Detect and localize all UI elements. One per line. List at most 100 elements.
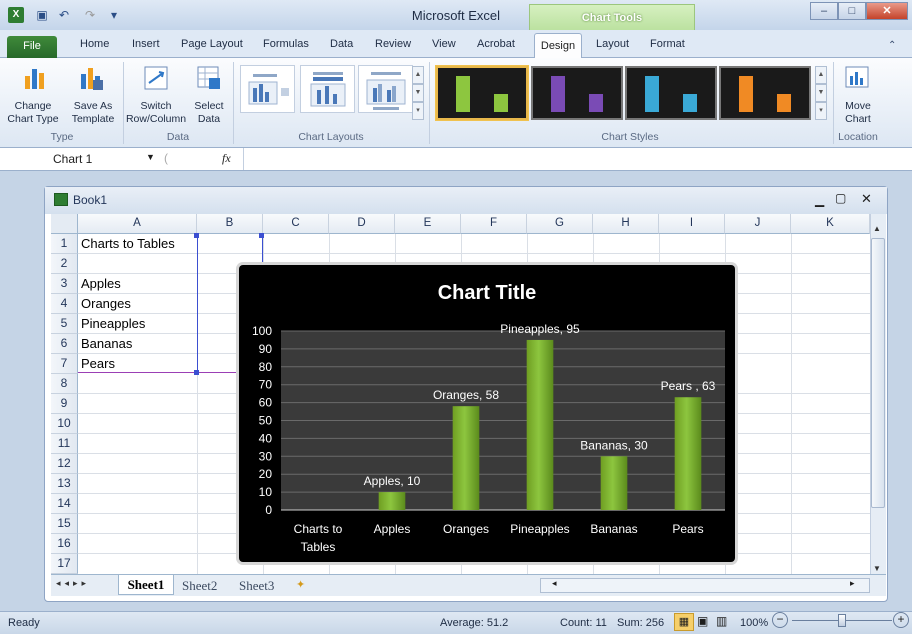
row-header[interactable]: 9 (51, 394, 78, 414)
row-header[interactable]: 16 (51, 534, 78, 554)
chart-style-orange[interactable] (719, 66, 811, 120)
chart-object[interactable]: Chart Title 0 10 20 30 40 50 60 70 80 90 100 Charts… (239, 265, 735, 562)
tab-data[interactable]: Data (330, 38, 353, 50)
row-header[interactable]: 5 (51, 314, 78, 334)
ribbon-collapse-icon[interactable]: ⌃ (888, 40, 896, 51)
chart-layout-2[interactable] (300, 65, 355, 113)
zoom-slider-thumb[interactable] (838, 614, 846, 627)
column-header[interactable]: K (791, 214, 870, 234)
save-as-template-button[interactable]: Save As Template (64, 64, 122, 128)
change-chart-type-button[interactable]: Change Chart Type (2, 64, 64, 128)
column-header[interactable]: H (593, 214, 659, 234)
row-header[interactable]: 8 (51, 374, 78, 394)
scroll-up-icon[interactable]: ▲ (873, 224, 881, 233)
page-layout-view-icon[interactable]: ▣ (697, 614, 708, 628)
row-header[interactable]: 7 (51, 354, 78, 374)
row-header[interactable]: 15 (51, 514, 78, 534)
cell-a7[interactable]: Pears (78, 354, 197, 374)
tab-file[interactable]: File (7, 36, 57, 58)
scroll-down-icon[interactable]: ▼ (873, 564, 881, 573)
tab-acrobat[interactable]: Acrobat (477, 38, 515, 50)
cell-a4[interactable]: Oranges (78, 294, 197, 314)
tab-review[interactable]: Review (375, 38, 411, 50)
workbook-minimize-icon[interactable]: ▁ (815, 193, 824, 207)
styles-scroll-up-icon[interactable]: ▲ (815, 66, 827, 84)
zoom-out-icon[interactable]: − (772, 612, 788, 628)
scroll-right-icon[interactable]: ▸ (850, 578, 855, 589)
select-data-button[interactable]: Select Data (188, 64, 230, 128)
layouts-scroll-up-icon[interactable]: ▲ (412, 66, 424, 84)
column-header[interactable]: I (659, 214, 725, 234)
close-icon[interactable]: ✕ (866, 2, 908, 20)
sheet-tab[interactable]: Sheet3 (239, 578, 274, 594)
row-header[interactable]: 2 (51, 254, 78, 274)
plot-area[interactable]: 0 10 20 30 40 50 60 70 80 90 100 Charts to Tables App… (252, 322, 725, 554)
tab-view[interactable]: View (432, 38, 456, 50)
select-all-corner[interactable] (51, 214, 78, 234)
sheet-tab-active[interactable]: Sheet1 (118, 575, 174, 595)
workbook-close-icon[interactable]: ✕ (861, 191, 872, 207)
cell-a1[interactable]: Charts to Tables (78, 234, 238, 254)
styles-scroll-down-icon[interactable]: ▼ (815, 84, 827, 102)
switch-row-column-button[interactable]: Switch Row/Column (124, 64, 188, 128)
layouts-scroll-down-icon[interactable]: ▼ (412, 84, 424, 102)
insert-function-icon[interactable]: fx (222, 151, 231, 166)
row-header[interactable]: 10 (51, 414, 78, 434)
normal-view-icon[interactable]: ▦ (674, 613, 694, 631)
chart-style-green[interactable] (436, 66, 528, 120)
chart-layout-3[interactable] (358, 65, 413, 113)
formula-input[interactable] (248, 151, 898, 168)
name-box[interactable]: Chart 1 (8, 150, 158, 168)
chart-style-purple[interactable] (531, 66, 623, 120)
row-header[interactable]: 6 (51, 334, 78, 354)
minimize-icon[interactable]: – (810, 2, 838, 20)
row-header[interactable]: 4 (51, 294, 78, 314)
row-header[interactable]: 14 (51, 494, 78, 514)
maximize-icon[interactable]: □ (838, 2, 866, 20)
chart-style-cyan[interactable] (625, 66, 717, 120)
sheet-navigation-icon[interactable]: ◂◂▸▸ (56, 578, 90, 589)
layouts-more-icon[interactable]: ▾ (412, 102, 424, 120)
workbook-restore-icon[interactable]: ▢ (835, 191, 846, 205)
tab-home[interactable]: Home (80, 38, 109, 50)
column-header[interactable]: F (461, 214, 527, 234)
chart-title[interactable]: Chart Title (438, 282, 537, 304)
column-header[interactable]: A (78, 214, 197, 234)
tab-formulas[interactable]: Formulas (263, 38, 309, 50)
row-header[interactable]: 3 (51, 274, 78, 294)
zoom-level[interactable]: 100% (740, 617, 768, 629)
styles-more-icon[interactable]: ▾ (815, 102, 827, 120)
cell-a5[interactable]: Pineapples (78, 314, 197, 334)
scroll-left-icon[interactable]: ◂ (552, 578, 557, 589)
vertical-scroll-thumb[interactable] (871, 238, 885, 508)
status-ready: Ready (8, 617, 40, 629)
cell-a6[interactable]: Bananas (78, 334, 197, 354)
insert-sheet-icon[interactable]: ✦ (296, 578, 305, 591)
row-header[interactable]: 1 (51, 234, 78, 254)
column-header[interactable]: B (197, 214, 263, 234)
column-header[interactable]: D (329, 214, 395, 234)
column-header[interactable]: E (395, 214, 461, 234)
zoom-in-icon[interactable]: + (893, 612, 909, 628)
horizontal-scrollbar[interactable] (540, 578, 870, 593)
move-chart-button[interactable]: Move Chart (836, 64, 880, 128)
row-header[interactable]: 17 (51, 554, 78, 574)
chart-type-icon (25, 69, 44, 89)
row-header[interactable]: 12 (51, 454, 78, 474)
row-header[interactable]: 13 (51, 474, 78, 494)
tab-insert[interactable]: Insert (132, 38, 160, 50)
range-handle[interactable] (259, 233, 264, 238)
name-box-dropdown-icon[interactable]: ▼ (146, 152, 155, 162)
sheet-tab[interactable]: Sheet2 (182, 578, 217, 594)
tab-layout[interactable]: Layout (596, 38, 629, 50)
column-header[interactable]: J (725, 214, 791, 234)
row-header[interactable]: 11 (51, 434, 78, 454)
tab-page-layout[interactable]: Page Layout (181, 38, 243, 50)
tab-format[interactable]: Format (650, 38, 685, 50)
cell-a3[interactable]: Apples (78, 274, 197, 294)
column-header[interactable]: G (527, 214, 593, 234)
column-header[interactable]: C (263, 214, 329, 234)
tab-design[interactable]: Design (534, 33, 582, 59)
page-break-view-icon[interactable]: ▥ (716, 614, 727, 628)
chart-layout-1[interactable] (240, 65, 295, 113)
